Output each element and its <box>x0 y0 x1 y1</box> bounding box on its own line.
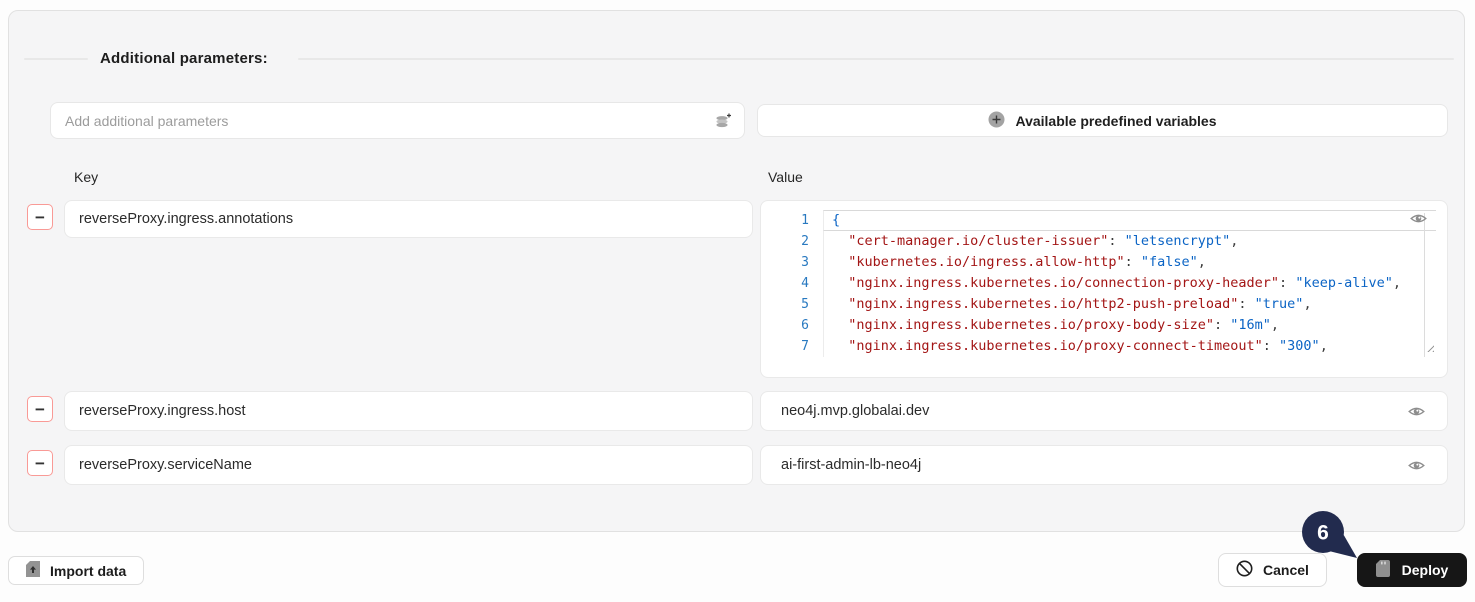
code-text: "kubernetes.io/ingress.allow-http": "fal… <box>823 252 1436 273</box>
predefined-variables-label: Available predefined variables <box>1015 112 1217 129</box>
value-column-header: Value <box>768 169 803 185</box>
param-value-input[interactable] <box>761 392 1447 430</box>
ban-icon <box>1236 560 1253 580</box>
param-key-field <box>64 391 753 431</box>
param-key-field <box>64 200 753 238</box>
param-key-input[interactable] <box>65 201 752 237</box>
code-text: "nginx.ingress.kubernetes.io/http2-push-… <box>823 294 1436 315</box>
deploy-configuration-page: Additional parameters: Available predefi… <box>0 0 1475 602</box>
line-number: 1 <box>801 213 809 228</box>
key-column-header: Key <box>74 169 99 185</box>
code-line: 1 { <box>761 210 1447 231</box>
deploy-icon <box>1375 560 1390 580</box>
minus-icon: − <box>35 399 45 419</box>
import-data-button[interactable]: Import data <box>8 556 145 585</box>
json-value-editor[interactable]: 1 { 2 "cert-manager.io/cluster-issuer": … <box>760 200 1448 378</box>
add-parameters-box <box>50 102 745 139</box>
code-line: 6 "nginx.ingress.kubernetes.io/proxy-bod… <box>761 315 1447 336</box>
deploy-button[interactable]: Deploy <box>1357 553 1467 587</box>
layers-plus-icon[interactable] <box>714 113 732 135</box>
code-text: "nginx.ingress.kubernetes.io/proxy-body-… <box>823 315 1436 336</box>
import-data-label: Import data <box>50 562 127 579</box>
minus-icon: − <box>35 453 45 473</box>
add-parameters-input[interactable] <box>51 103 744 138</box>
file-upload-icon <box>26 561 40 580</box>
code-text: { <box>823 210 1436 231</box>
cancel-button[interactable]: Cancel <box>1218 553 1327 587</box>
code-lines: 1 { 2 "cert-manager.io/cluster-issuer": … <box>761 201 1447 357</box>
eye-preview-icon[interactable] <box>1410 212 1427 230</box>
divider-left <box>24 58 88 60</box>
param-value-input[interactable] <box>761 446 1447 484</box>
deploy-label: Deploy <box>1401 562 1449 578</box>
editor-right-edge <box>1424 213 1425 357</box>
eye-preview-icon[interactable] <box>1408 405 1425 423</box>
code-text: "nginx.ingress.kubernetes.io/connection-… <box>823 273 1436 294</box>
param-value-field <box>760 391 1448 431</box>
code-line: 4 "nginx.ingress.kubernetes.io/connectio… <box>761 273 1447 294</box>
line-number: 5 <box>801 297 809 312</box>
param-key-input[interactable] <box>65 392 752 430</box>
code-line: 2 "cert-manager.io/cluster-issuer": "let… <box>761 231 1447 252</box>
code-line: 3 "kubernetes.io/ingress.allow-http": "f… <box>761 252 1447 273</box>
line-number: 6 <box>801 318 809 333</box>
remove-row-button[interactable]: − <box>27 204 53 230</box>
code-text: "cert-manager.io/cluster-issuer": "letse… <box>823 231 1436 252</box>
line-number: 2 <box>801 234 809 249</box>
cancel-label: Cancel <box>1263 562 1309 578</box>
param-key-input[interactable] <box>65 446 752 484</box>
predefined-variables-button[interactable]: Available predefined variables <box>757 104 1448 137</box>
code-text: "nginx.ingress.kubernetes.io/proxy-conne… <box>823 336 1436 357</box>
line-number: 4 <box>801 276 809 291</box>
minus-icon: − <box>35 207 45 227</box>
remove-row-button[interactable]: − <box>27 396 53 422</box>
line-number: 3 <box>801 255 809 270</box>
param-key-field <box>64 445 753 485</box>
plus-circle-icon <box>988 111 1005 131</box>
remove-row-button[interactable]: − <box>27 450 53 476</box>
divider-right <box>298 58 1454 60</box>
line-number: 7 <box>801 339 809 354</box>
param-value-field <box>760 445 1448 485</box>
code-line: 5 "nginx.ingress.kubernetes.io/http2-pus… <box>761 294 1447 315</box>
eye-preview-icon[interactable] <box>1408 459 1425 477</box>
code-line: 7 "nginx.ingress.kubernetes.io/proxy-con… <box>761 336 1447 357</box>
section-title: Additional parameters: <box>100 50 268 67</box>
